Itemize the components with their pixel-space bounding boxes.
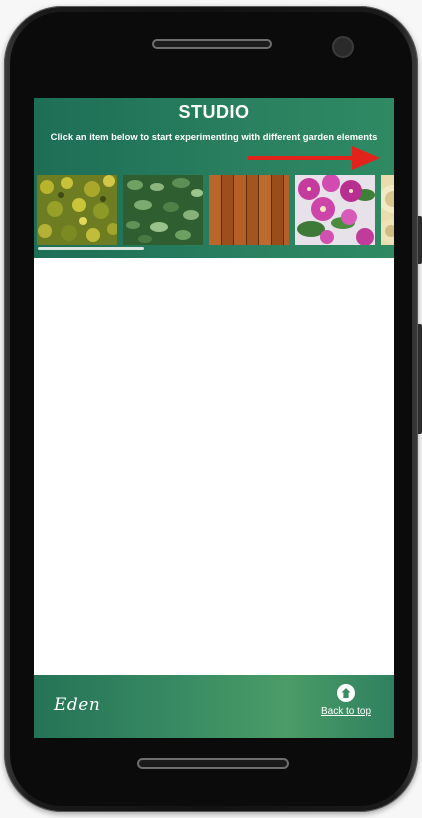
power-button <box>418 324 422 434</box>
back-to-top-label: Back to top <box>320 706 372 717</box>
studio-section: STUDIO Click an item below to start expe… <box>34 98 394 258</box>
volume-button <box>418 216 422 264</box>
eden-logo: Eden <box>54 695 101 715</box>
carousel-item-wood-fence[interactable] <box>209 175 289 245</box>
back-to-top-link[interactable]: Back to top <box>318 684 374 717</box>
pink-bougainvillea-icon <box>295 175 375 245</box>
front-camera <box>332 36 354 58</box>
carousel-item-cream-rose[interactable] <box>381 175 394 245</box>
carousel-scrollbar[interactable] <box>38 247 390 250</box>
app-screen: STUDIO Click an item below to start expe… <box>34 98 394 738</box>
earpiece-speaker <box>152 39 272 49</box>
studio-title: STUDIO <box>178 102 250 122</box>
bottom-speaker <box>137 758 289 769</box>
wood-fence-icon <box>209 175 289 245</box>
carousel-scrollbar-thumb[interactable] <box>38 247 144 250</box>
studio-instructions: Click an item below to start experimenti… <box>50 131 378 142</box>
carousel-item-yellow-shrub[interactable] <box>37 175 117 245</box>
cream-rose-icon <box>381 175 394 245</box>
carousel-item-green-hedge[interactable] <box>123 175 203 245</box>
garden-elements-carousel[interactable] <box>34 175 394 245</box>
yellow-shrub-icon <box>37 175 117 245</box>
footer: Eden Back to top <box>34 675 394 738</box>
green-hedge-icon <box>123 175 203 245</box>
carousel-item-pink-bougainvillea[interactable] <box>295 175 375 245</box>
arrow-up-circle-icon <box>337 684 355 702</box>
arrow-right-icon <box>248 146 380 170</box>
